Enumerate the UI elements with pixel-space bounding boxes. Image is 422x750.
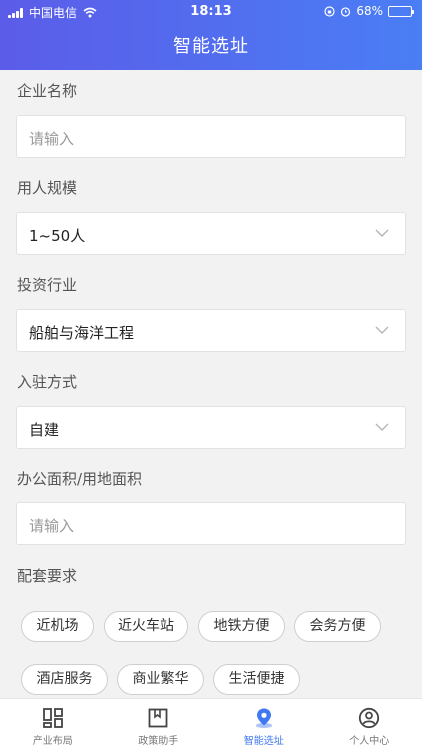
location-pin-icon (255, 708, 272, 728)
company-name-label: 企业名称 (17, 82, 78, 100)
settle-mode-select[interactable]: 自建 (16, 406, 406, 449)
tab-personal-center[interactable]: 个人中心 (317, 699, 422, 750)
tab-label: 产业布局 (32, 736, 73, 747)
tab-smart-site[interactable]: 智能选址 (211, 699, 317, 750)
chevron-down-icon (375, 423, 389, 431)
industry-value: 船舶与海洋工程 (29, 324, 135, 342)
alarm-icon (341, 6, 351, 17)
staff-size-select[interactable]: 1~50人 (16, 212, 406, 255)
area-label: 办公面积/用地面积 (17, 470, 143, 488)
tag-convenient-living[interactable]: 生活便捷 (213, 664, 300, 695)
status-right: 68% (324, 4, 414, 18)
grid-layout-icon (42, 708, 63, 728)
bookmark-book-icon (148, 708, 168, 728)
tab-label: 智能选址 (243, 736, 284, 747)
battery-percent: 68% (356, 4, 383, 18)
site-selection-form: 企业名称 请输入 用人规模 1~50人 投资行业 船舶与海洋工程 入驻方式 自建… (0, 70, 422, 698)
tab-industry-layout[interactable]: 产业布局 (0, 699, 106, 750)
tag-near-train-station[interactable]: 近火车站 (104, 611, 188, 642)
tag-near-airport[interactable]: 近机场 (21, 611, 94, 642)
app-header: 中国电信 18:13 68% 智能选址 (0, 0, 422, 70)
company-name-input[interactable]: 请输入 (16, 115, 406, 158)
tab-policy-assistant[interactable]: 政策助手 (106, 699, 212, 750)
tag-metro-access[interactable]: 地铁方便 (198, 611, 285, 642)
battery-icon (388, 5, 414, 17)
bottom-tab-bar: 产业布局 政策助手 智能选址 个人中心 (0, 698, 422, 750)
tag-hotel-service[interactable]: 酒店服务 (21, 664, 108, 695)
tag-conference[interactable]: 会务方便 (294, 611, 381, 642)
page-title: 智能选址 (173, 36, 249, 57)
orientation-lock-icon (324, 5, 335, 17)
tab-label: 政策助手 (138, 736, 179, 747)
settle-mode-value: 自建 (29, 421, 60, 439)
facilities-label: 配套要求 (17, 567, 78, 585)
industry-select[interactable]: 船舶与海洋工程 (16, 309, 406, 352)
chevron-down-icon (375, 326, 389, 334)
staff-size-label: 用人规模 (17, 179, 78, 197)
tag-commercial[interactable]: 商业繁华 (117, 664, 204, 695)
settle-mode-label: 入驻方式 (17, 373, 78, 391)
area-placeholder: 请输入 (29, 517, 75, 535)
company-name-placeholder: 请输入 (29, 130, 75, 148)
area-input[interactable]: 请输入 (16, 502, 406, 545)
staff-size-value: 1~50人 (29, 227, 86, 245)
user-circle-icon (359, 707, 380, 729)
status-bar: 中国电信 18:13 68% (0, 0, 422, 24)
chevron-down-icon (375, 229, 389, 237)
tab-label: 个人中心 (349, 736, 390, 747)
industry-label: 投资行业 (17, 276, 78, 294)
